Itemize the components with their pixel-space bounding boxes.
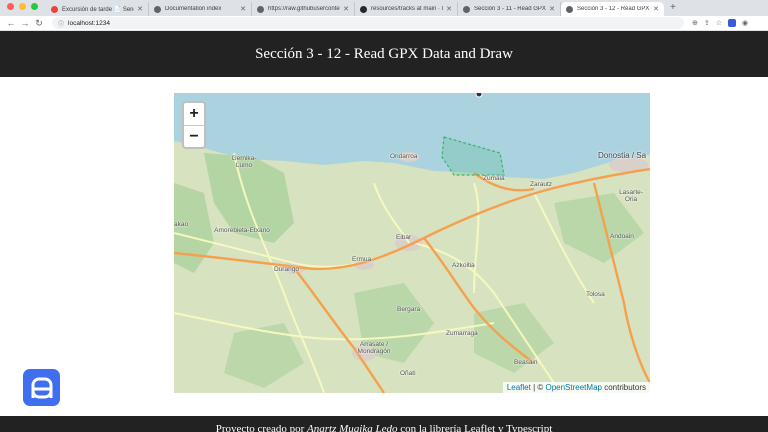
tab-favicon-icon	[154, 5, 161, 13]
place-label: Oñati	[400, 370, 416, 377]
leaflet-map[interactable]: + − Donostia / Sa Ondarroa Zumaia Zaraut…	[174, 93, 650, 393]
close-tab-icon[interactable]: ✕	[240, 5, 246, 13]
place-label: Azkoitia	[452, 262, 475, 269]
extension-icon[interactable]	[728, 19, 737, 27]
place-label: Ermua	[352, 256, 372, 263]
tab-title: Sección 3 - 12 - Read GPX Data	[577, 6, 650, 12]
profile-icon[interactable]: ◉	[742, 19, 748, 27]
close-window-button[interactable]	[7, 2, 14, 10]
bookmark-star-icon[interactable]: ☆	[716, 19, 722, 27]
close-tab-icon[interactable]: ✕	[137, 5, 143, 13]
cursor-icon	[475, 93, 483, 98]
place-label: Zumaia	[483, 175, 505, 182]
forward-arrow-icon[interactable]: →	[18, 18, 32, 28]
close-tab-icon[interactable]: ✕	[446, 5, 452, 13]
place-label: Eibar	[396, 234, 412, 241]
info-icon[interactable]: ⓘ	[58, 19, 64, 28]
url-text: localhost:1234	[68, 19, 110, 27]
tab-4[interactable]: resources/tracks at main · leaflet ✕	[355, 2, 458, 16]
zoom-icon[interactable]: ⊕	[692, 19, 698, 27]
share-icon[interactable]: ⇪	[704, 19, 710, 27]
window-controls	[0, 2, 46, 14]
place-label: Durango	[274, 266, 299, 273]
map-tiles	[174, 93, 650, 393]
forest-area	[174, 183, 214, 273]
place-label: Ondarroa	[390, 153, 418, 160]
footer-text: Proyecto creado por Anartz Mugika Ledo c…	[216, 423, 553, 432]
app-logo	[23, 369, 60, 406]
new-tab-button[interactable]: +	[664, 2, 682, 15]
a-letter-icon	[31, 377, 52, 398]
place-label: Zarautz	[530, 181, 553, 188]
leaflet-link[interactable]: Leaflet	[507, 383, 531, 392]
footer-suffix: con la librería Leaflet y Typescript	[397, 423, 553, 432]
place-label: Arrasate / Mondragón	[357, 341, 391, 355]
tab-title: Excursión de tarde 📄 Senderos	[62, 6, 134, 13]
zoom-out-button[interactable]: −	[184, 125, 204, 147]
tab-favicon-icon	[51, 5, 58, 13]
toolbar-actions: ⊕ ⇪ ☆ ◉	[692, 19, 748, 27]
tab-2[interactable]: Documentation index ✕	[149, 2, 252, 16]
place-label: Amorebieta-Etxano	[214, 227, 270, 234]
browser-toolbar: ← → ↻ ⓘ localhost:1234 ⊕ ⇪ ☆ ◉	[0, 16, 768, 31]
map-attribution: Leaflet | © OpenStreetMap contributors	[502, 382, 650, 393]
attribution-contributors: contributors	[601, 383, 646, 392]
place-label: Zumarraga	[446, 330, 478, 337]
tab-title: https://raw.githubusercontent.com	[268, 6, 340, 12]
place-label: akao	[174, 221, 189, 228]
tab-favicon-icon	[257, 5, 264, 13]
place-label: Bergara	[397, 306, 421, 313]
place-label: Donostia / Sa	[598, 151, 647, 160]
tab-3[interactable]: https://raw.githubusercontent.com ✕	[252, 2, 355, 16]
place-label: Gernika-Lumo	[231, 155, 257, 169]
tab-title: Sección 3 - 11 - Read GPX Data	[474, 6, 546, 12]
tab-6-active[interactable]: Sección 3 - 12 - Read GPX Data ✕	[561, 2, 664, 16]
forest-area	[224, 323, 304, 388]
footer-prefix: Proyecto creado por	[215, 423, 308, 432]
close-tab-icon[interactable]: ✕	[343, 5, 349, 13]
maximize-window-button[interactable]	[31, 2, 38, 10]
close-tab-icon[interactable]: ✕	[549, 5, 555, 13]
tab-favicon-icon	[463, 5, 470, 13]
footer-author: Anartz Mugika Ledo	[307, 423, 398, 432]
page-footer: Proyecto creado por Anartz Mugika Ledo c…	[0, 416, 768, 432]
zoom-in-button[interactable]: +	[184, 103, 204, 125]
place-label: Tolosa	[586, 291, 605, 298]
tab-5[interactable]: Sección 3 - 11 - Read GPX Data ✕	[458, 2, 561, 16]
openstreetmap-link[interactable]: OpenStreetMap	[545, 383, 601, 392]
page-header: Sección 3 - 12 - Read GPX Data and Draw	[0, 31, 768, 77]
attribution-separator: | ©	[530, 383, 546, 392]
github-favicon-icon	[360, 5, 367, 13]
minimize-window-button[interactable]	[19, 2, 26, 10]
address-bar[interactable]: ⓘ localhost:1234	[52, 17, 684, 29]
tab-title: Documentation index	[165, 6, 222, 12]
zoom-control: + −	[182, 101, 206, 149]
place-label: Beasain	[514, 359, 538, 366]
page-title: Sección 3 - 12 - Read GPX Data and Draw	[255, 45, 513, 62]
tab-favicon-icon	[566, 5, 573, 13]
tab-1[interactable]: Excursión de tarde 📄 Senderos ✕	[46, 2, 149, 16]
reload-icon[interactable]: ↻	[32, 18, 46, 29]
place-label: Lasarte-Oria	[619, 189, 643, 203]
close-tab-icon[interactable]: ✕	[653, 5, 659, 13]
browser-tab-strip: Excursión de tarde 📄 Senderos ✕ Document…	[0, 0, 768, 16]
tab-title: resources/tracks at main · leaflet	[371, 6, 443, 12]
back-arrow-icon[interactable]: ←	[4, 18, 18, 28]
place-label: Andoain	[610, 233, 634, 240]
